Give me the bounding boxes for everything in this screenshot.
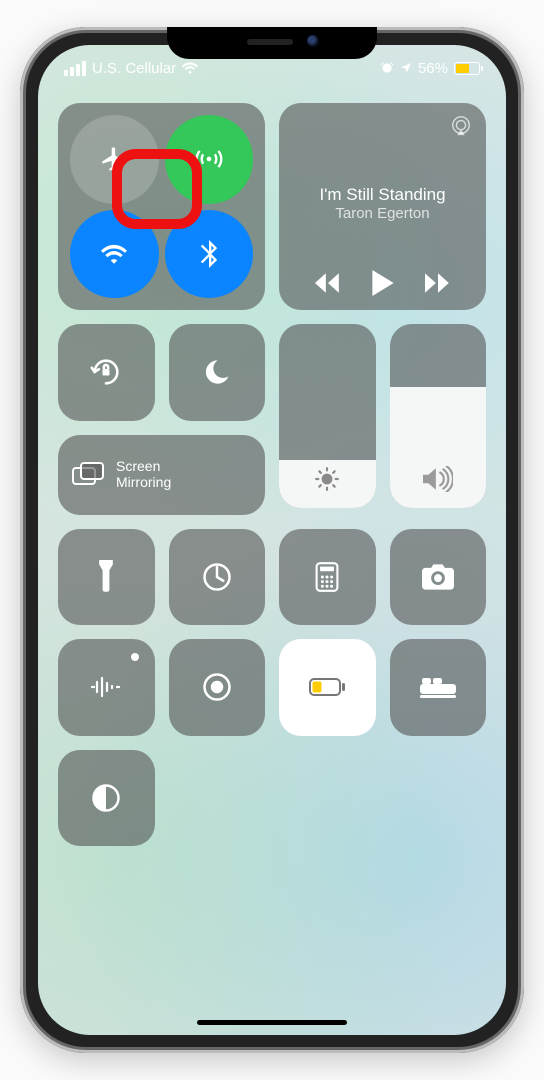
play-button[interactable] (372, 270, 394, 296)
dark-mode-button[interactable] (58, 750, 155, 847)
brightness-slider[interactable] (279, 324, 376, 508)
location-icon (400, 62, 412, 74)
wifi-toggle[interactable] (70, 210, 159, 299)
connectivity-module[interactable] (58, 103, 265, 310)
screen-mirroring-label-2: Mirroring (116, 475, 171, 490)
phone-frame: U.S. Cellular 56% (20, 27, 524, 1053)
orientation-lock-button[interactable] (58, 324, 155, 421)
wifi-status-icon (182, 62, 198, 74)
voice-memo-button[interactable] (58, 639, 155, 736)
sleep-mode-button[interactable] (390, 639, 487, 736)
volume-icon (390, 466, 487, 492)
screen-mirroring-icon (72, 462, 104, 488)
bluetooth-toggle[interactable] (165, 210, 254, 299)
airplay-icon[interactable] (450, 115, 472, 137)
cell-signal-icon (64, 61, 86, 76)
notch (167, 27, 377, 59)
media-module[interactable]: I'm Still Standing Taron Egerton (279, 103, 486, 310)
calculator-button[interactable] (279, 529, 376, 626)
screen-mirroring-label-1: Screen (116, 459, 171, 474)
artist-name: Taron Egerton (293, 205, 472, 224)
flashlight-button[interactable] (58, 529, 155, 626)
battery-icon (454, 62, 480, 75)
carrier-label: U.S. Cellular (92, 60, 176, 77)
cellular-data-toggle[interactable] (165, 115, 254, 204)
screen-mirroring-button[interactable]: Screen Mirroring (58, 435, 265, 515)
brightness-icon (279, 466, 376, 492)
screen: U.S. Cellular 56% (38, 45, 506, 1035)
airplane-mode-toggle[interactable] (70, 115, 159, 204)
do-not-disturb-button[interactable] (169, 324, 266, 421)
control-center: I'm Still Standing Taron Egerton (38, 45, 506, 1035)
screen-record-button[interactable] (169, 639, 266, 736)
next-track-button[interactable] (425, 273, 451, 293)
low-power-mode-button[interactable] (279, 639, 376, 736)
song-title: I'm Still Standing (293, 184, 472, 205)
timer-button[interactable] (169, 529, 266, 626)
battery-pct-label: 56% (418, 60, 448, 77)
home-indicator[interactable] (197, 1020, 347, 1025)
previous-track-button[interactable] (315, 273, 341, 293)
volume-slider[interactable] (390, 324, 487, 508)
camera-button[interactable] (390, 529, 487, 626)
alarm-icon (380, 61, 394, 75)
notification-dot (131, 653, 139, 661)
